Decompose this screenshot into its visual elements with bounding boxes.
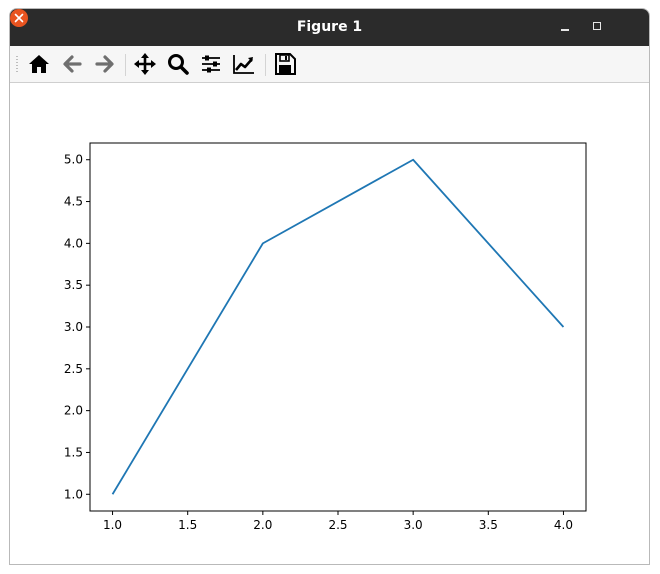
move-icon — [134, 53, 156, 75]
title-bar[interactable]: Figure 1 — [10, 9, 649, 46]
arrow-right-icon — [95, 55, 114, 73]
toolbar-grip[interactable] — [16, 56, 18, 74]
y-tick-label: 1.0 — [64, 487, 83, 501]
y-tick-label: 1.5 — [64, 445, 83, 459]
y-tick-label: 3.5 — [64, 278, 83, 292]
y-tick-label: 4.0 — [64, 236, 83, 250]
line-chart: 1.0 1.5 2.0 2.5 3.0 3.5 4.0 1.0 1.5 2.0 2.5 3.0 3.5… — [64, 142, 587, 532]
line-chart-icon — [233, 55, 254, 74]
home-button[interactable] — [27, 52, 51, 76]
toolbar-separator — [265, 54, 266, 76]
configure-subplots-button[interactable] — [199, 52, 223, 76]
y-tick-label: 2.0 — [64, 404, 83, 418]
maximize-button[interactable] — [585, 9, 611, 46]
magnifier-icon — [168, 54, 189, 75]
edit-axis-button[interactable] — [232, 52, 256, 76]
close-button[interactable] — [10, 9, 28, 27]
arrow-left-icon — [63, 55, 82, 73]
x-tick-label: 2.5 — [328, 518, 347, 532]
pan-button[interactable] — [133, 52, 157, 76]
navigation-toolbar — [10, 46, 649, 83]
y-tick-label: 5.0 — [64, 153, 83, 167]
home-icon — [29, 55, 49, 73]
x-tick-label: 1.5 — [178, 518, 197, 532]
x-tick-label: 4.0 — [554, 518, 573, 532]
floppy-disk-icon — [275, 53, 296, 75]
back-button[interactable] — [60, 52, 84, 76]
figure-window: Figure 1 1.0 1.5 2.0 2.5 3.0 3.5 4.0 1.0… — [9, 8, 650, 565]
toolbar-separator — [125, 54, 126, 76]
x-tick-label: 3.0 — [404, 518, 423, 532]
zoom-button[interactable] — [166, 52, 190, 76]
x-tick-label: 3.5 — [479, 518, 498, 532]
minimize-button[interactable] — [552, 9, 578, 46]
save-button[interactable] — [273, 52, 297, 76]
y-tick-label: 2.5 — [64, 362, 83, 376]
x-tick-label: 1.0 — [103, 518, 122, 532]
sliders-icon — [202, 55, 220, 73]
x-tick-label: 2.0 — [253, 518, 272, 532]
y-tick-label: 3.0 — [64, 320, 83, 334]
y-axis: 1.0 1.5 2.0 2.5 3.0 3.5 4.0 4.5 5.0 — [64, 153, 90, 501]
close-icon — [14, 13, 24, 23]
figure-canvas[interactable]: 1.0 1.5 2.0 2.5 3.0 3.5 4.0 1.0 1.5 2.0 2.5 3.0 3.5… — [10, 83, 649, 564]
y-tick-label: 4.5 — [64, 195, 83, 209]
forward-button[interactable] — [93, 52, 117, 76]
x-axis: 1.0 1.5 2.0 2.5 3.0 3.5 4.0 — [103, 511, 573, 532]
axes-frame — [89, 142, 587, 512]
